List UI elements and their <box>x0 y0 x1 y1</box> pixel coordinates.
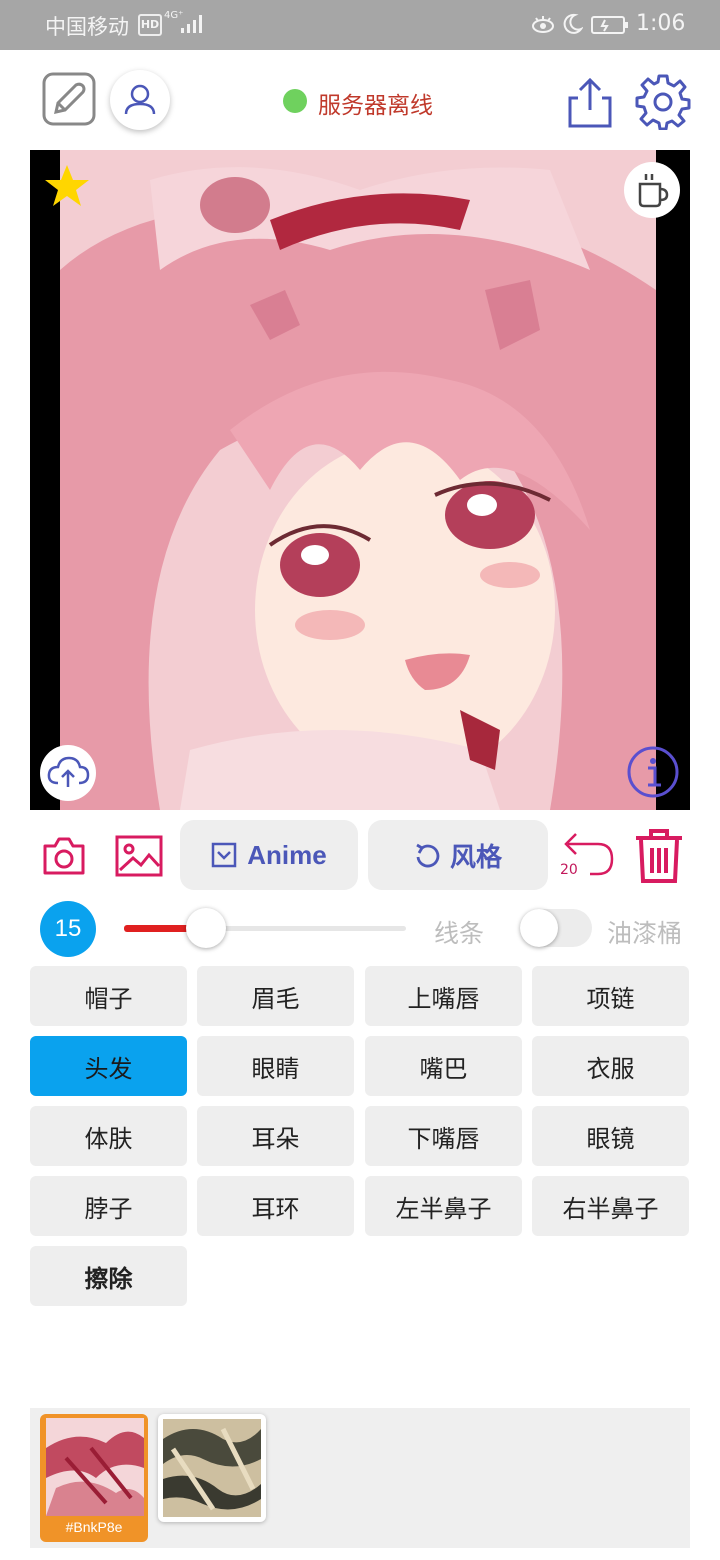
upload-button[interactable] <box>40 745 96 801</box>
paint-bucket-toggle-knob[interactable] <box>520 909 558 947</box>
server-status-text: 服务器离线 <box>318 93 433 119</box>
anime-portrait-image <box>60 150 656 810</box>
status-bar: 中国移动 HD 4G⁺ 1:06 <box>0 0 720 50</box>
settings-button[interactable] <box>634 72 692 131</box>
edit-pen-icon <box>42 72 96 126</box>
part-button-eyes[interactable]: 眼睛 <box>197 1036 354 1096</box>
style-button-label: 风格 <box>449 841 502 872</box>
part-button-left-nose[interactable]: 左半鼻子 <box>365 1176 522 1236</box>
hd-badge: HD <box>138 14 162 36</box>
undo-count: 20 <box>560 862 578 878</box>
history-thumbnail-image <box>46 1418 144 1516</box>
part-button-mouth[interactable]: 嘴巴 <box>365 1036 522 1096</box>
delete-button[interactable] <box>632 828 686 884</box>
part-button-necklace[interactable]: 项链 <box>532 966 689 1026</box>
signal-icon <box>181 15 202 33</box>
part-button-eyebrows[interactable]: 眉毛 <box>197 966 354 1026</box>
part-button-ears[interactable]: 耳朵 <box>197 1106 354 1166</box>
brush-size-badge[interactable]: 15 <box>40 901 96 957</box>
moon-icon <box>563 13 583 34</box>
eye-comfort-icon <box>532 16 554 33</box>
part-button-neck[interactable]: 脖子 <box>30 1176 187 1236</box>
part-button-erase[interactable]: 擦除 <box>30 1246 187 1306</box>
image-gallery-icon <box>115 835 163 877</box>
part-button-hat[interactable]: 帽子 <box>30 966 187 1026</box>
coffee-cup-icon <box>638 174 669 208</box>
info-icon <box>627 746 679 798</box>
clock: 1:06 <box>636 11 686 36</box>
cloud-upload-icon <box>47 756 90 787</box>
camera-icon <box>43 837 85 875</box>
anime-button-label: Anime <box>247 839 327 870</box>
camera-button[interactable] <box>42 834 86 878</box>
user-account-button[interactable] <box>110 70 170 130</box>
history-thumbnail-image <box>163 1419 261 1517</box>
gallery-button[interactable] <box>114 834 164 878</box>
checkbox-mail-icon <box>212 842 237 868</box>
part-button-upper-lip[interactable]: 上嘴唇 <box>365 966 522 1026</box>
edit-button[interactable] <box>42 72 96 126</box>
anime-button[interactable]: Anime <box>180 820 358 890</box>
drawing-canvas[interactable] <box>30 150 690 810</box>
share-button[interactable] <box>564 74 616 130</box>
share-upload-icon <box>568 77 612 128</box>
rotate-ccw-icon <box>416 843 440 868</box>
part-button-skin[interactable]: 体肤 <box>30 1106 187 1166</box>
trash-icon <box>636 829 682 883</box>
part-button-clothes[interactable]: 衣服 <box>532 1036 689 1096</box>
part-button-glasses[interactable]: 眼镜 <box>532 1106 689 1166</box>
battery-icon <box>591 16 628 34</box>
part-button-earrings[interactable]: 耳环 <box>197 1176 354 1236</box>
brush-size-slider-thumb[interactable] <box>186 908 226 948</box>
part-button-hair[interactable]: 头发 <box>30 1036 187 1096</box>
carrier-name: 中国移动 <box>45 15 129 39</box>
history-thumbnail-id: #BnkP8e <box>65 1519 123 1535</box>
favorite-star-icon[interactable] <box>44 164 90 208</box>
paint-bucket-label: 油漆桶 <box>607 919 683 948</box>
info-button[interactable] <box>626 745 680 799</box>
server-status-dot <box>283 89 307 113</box>
part-button-right-nose[interactable]: 右半鼻子 <box>532 1176 689 1236</box>
style-button[interactable]: 风格 <box>368 820 548 890</box>
part-button-lower-lip[interactable]: 下嘴唇 <box>365 1106 522 1166</box>
gear-icon <box>635 74 691 131</box>
coffee-donate-button[interactable] <box>624 162 680 218</box>
lines-label: 线条 <box>434 919 485 948</box>
user-icon <box>124 84 156 115</box>
